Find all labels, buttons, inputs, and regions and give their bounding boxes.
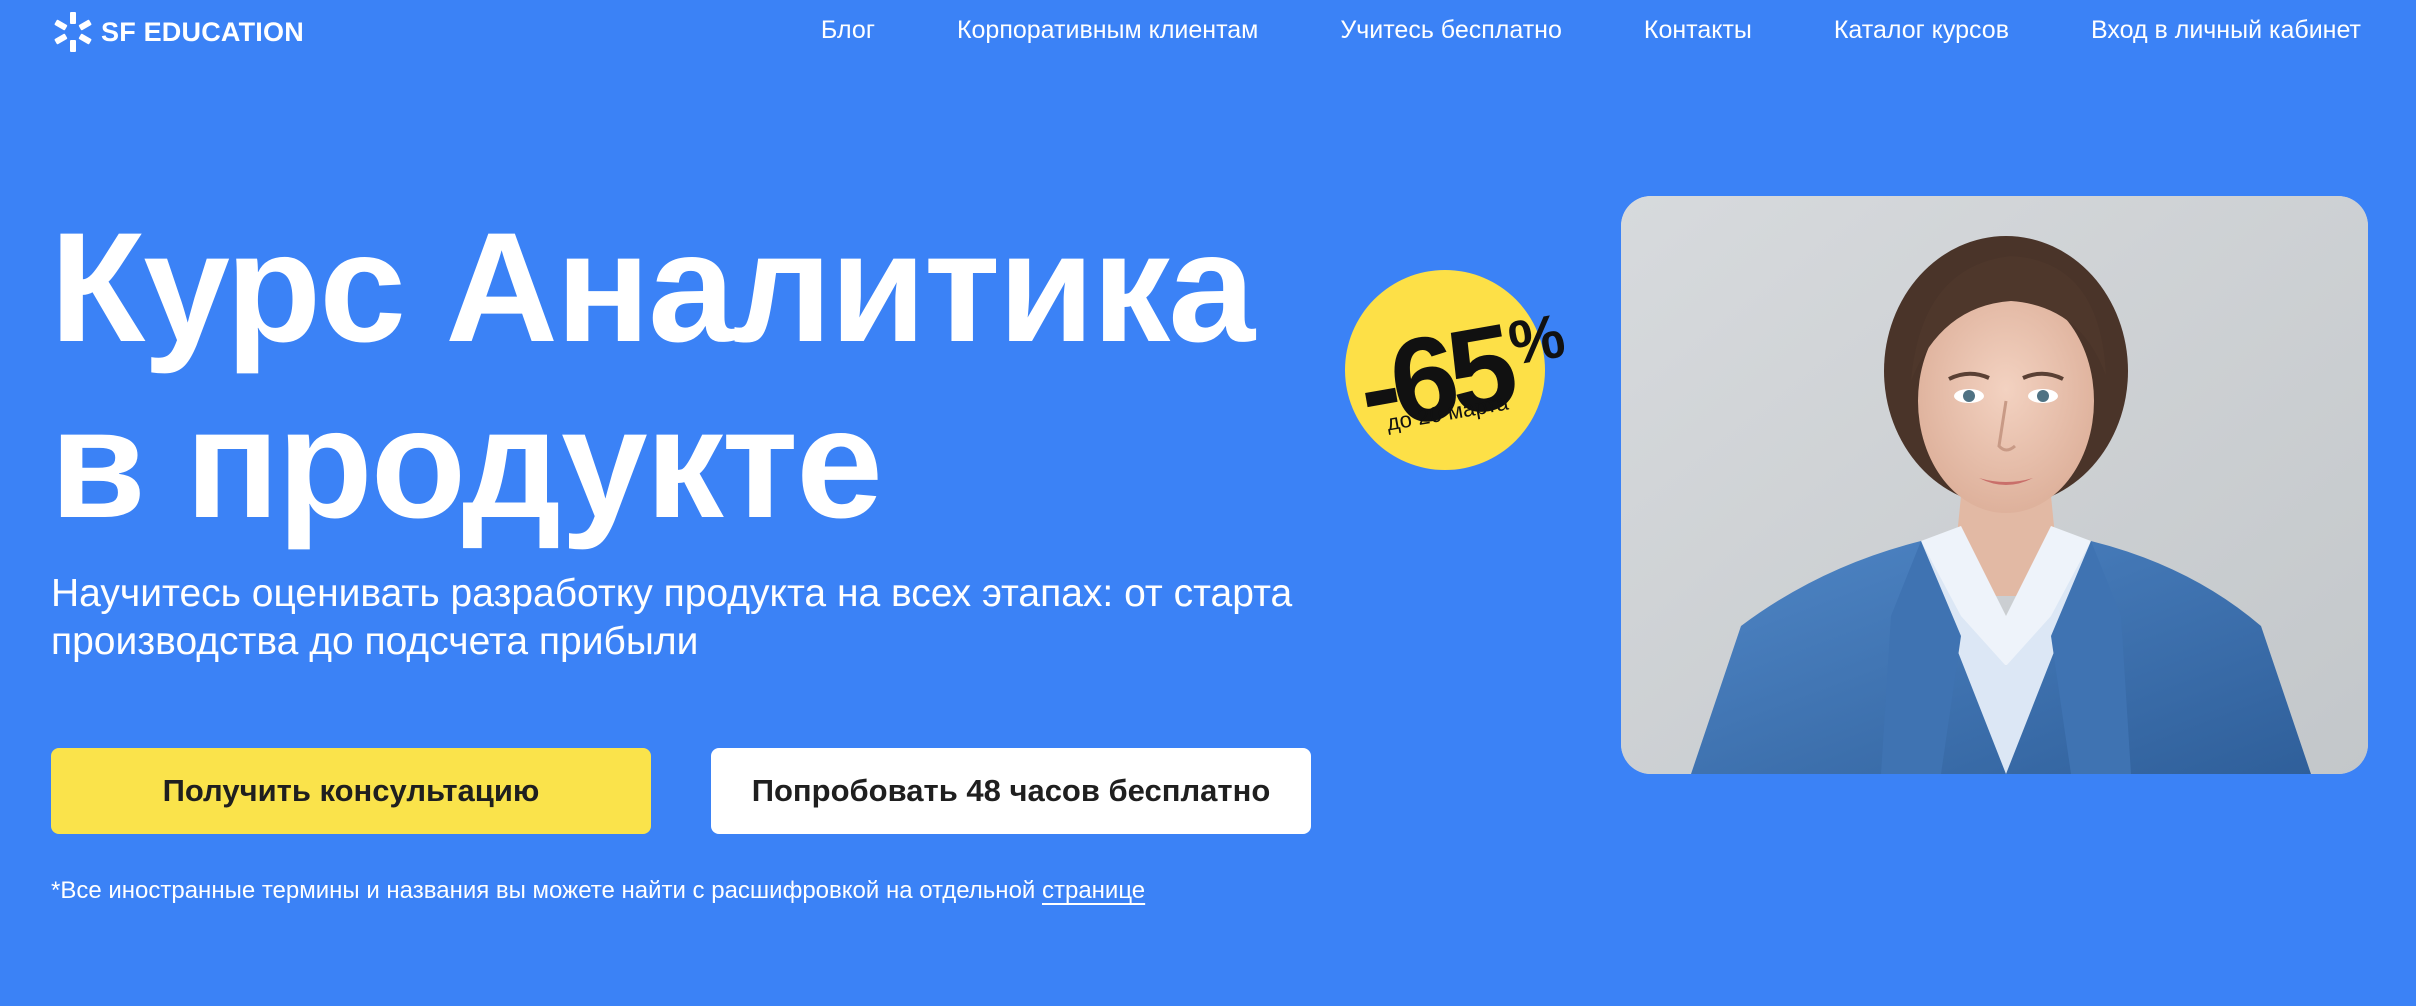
brand-logo[interactable]: SF EDUCATION [51,10,304,54]
hero-subtitle: Научитесь оценивать разработку продукта … [51,570,1451,666]
nav-item-login[interactable]: Вход в личный кабинет [2091,16,2361,45]
hero-portrait-image [1621,196,2368,774]
hero-subtitle-line-1: Научитесь оценивать разработку продукта … [51,572,1293,615]
discount-percent-sign: % [1503,301,1570,379]
nav-item-learn-free[interactable]: Учитесь бесплатно [1340,16,1562,45]
glossary-page-link[interactable]: странице [1042,877,1145,904]
nav-item-blog[interactable]: Блог [821,16,875,45]
sf-logo-icon [54,12,92,52]
footnote-text: *Все иностранные термины и названия вы м… [51,877,1042,904]
page-title-line-1: Курс Аналитика [50,201,1255,375]
discount-badge: -65% до 20 марта [1345,270,1570,470]
woman-portrait-illustration [1621,196,2368,774]
site-header: SF EDUCATION Блог Корпоративным клиентам… [0,0,2416,66]
try-free-button[interactable]: Попробовать 48 часов бесплатно [711,748,1311,834]
main-nav: Блог Корпоративным клиентам Учитесь бесп… [821,16,2361,45]
nav-item-corporate[interactable]: Корпоративным клиентам [957,16,1258,45]
page-title: Курс Аналитика в продукте [50,200,1350,552]
brand-name: SF EDUCATION [101,16,304,47]
foreign-terms-footnote: *Все иностранные термины и названия вы м… [51,877,1145,905]
nav-item-contacts[interactable]: Контакты [1644,16,1752,45]
hero-subtitle-line-2: производства до подсчета прибыли [51,620,699,663]
nav-item-catalog[interactable]: Каталог курсов [1834,16,2009,45]
page-title-line-2: в продукте [50,377,883,551]
get-consultation-button[interactable]: Получить консультацию [51,748,651,834]
